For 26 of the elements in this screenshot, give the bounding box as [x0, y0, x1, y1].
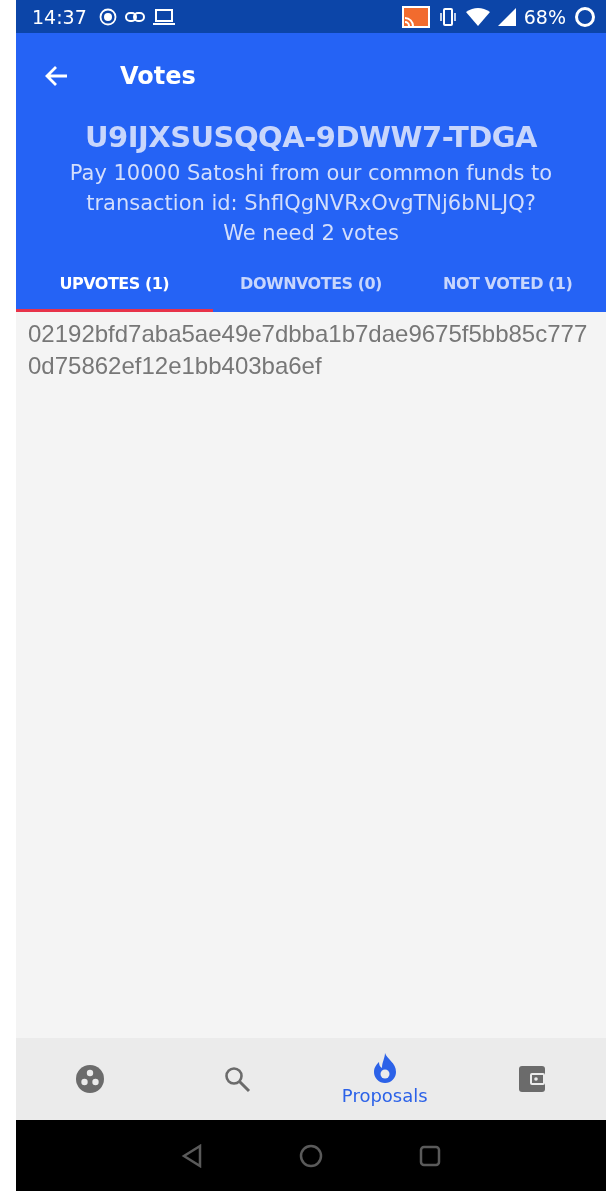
- vote-requirement: We need 2 votes: [222, 220, 400, 247]
- wifi-icon: [465, 7, 490, 26]
- clock: 14:37: [32, 5, 87, 28]
- back-icon[interactable]: [181, 1143, 203, 1168]
- search-icon: [223, 1065, 252, 1093]
- back-arrow-icon[interactable]: [44, 64, 68, 87]
- nav-proposals-button[interactable]: Proposals: [311, 1052, 459, 1106]
- voter-key: 02192bfd7aba5ae49e7dbba1b7dae9675f5bb85c7770d75862ef12e1bb403ba6ef: [28, 318, 598, 382]
- vibrate-icon: [437, 7, 458, 26]
- home-icon[interactable]: [299, 1143, 323, 1168]
- battery-icon: [574, 5, 596, 28]
- circle-dots-icon: [74, 1064, 105, 1094]
- recents-icon[interactable]: [419, 1144, 441, 1167]
- link-icon: [124, 10, 145, 23]
- battery-level: 68%: [523, 5, 566, 28]
- tab[interactable]: DOWNVOTES (0): [212, 258, 410, 312]
- tab[interactable]: NOT VOTED (1): [409, 258, 606, 312]
- flame-icon: [371, 1052, 398, 1083]
- record-icon: [98, 7, 117, 26]
- laptop-icon: [152, 8, 175, 25]
- wallet-icon: [518, 1065, 547, 1093]
- cast-icon: [401, 5, 430, 28]
- proposal-description: Pay 10000 Satoshi from our common funds to transaction id: ShflQgNVRxOvgTNj6bNLJQ?: [68, 160, 554, 217]
- proposal-title: U9IJXSUSQQA-9DWW7-TDGA: [83, 120, 539, 154]
- signal-icon: [497, 7, 516, 26]
- screen-title: Votes: [120, 61, 196, 90]
